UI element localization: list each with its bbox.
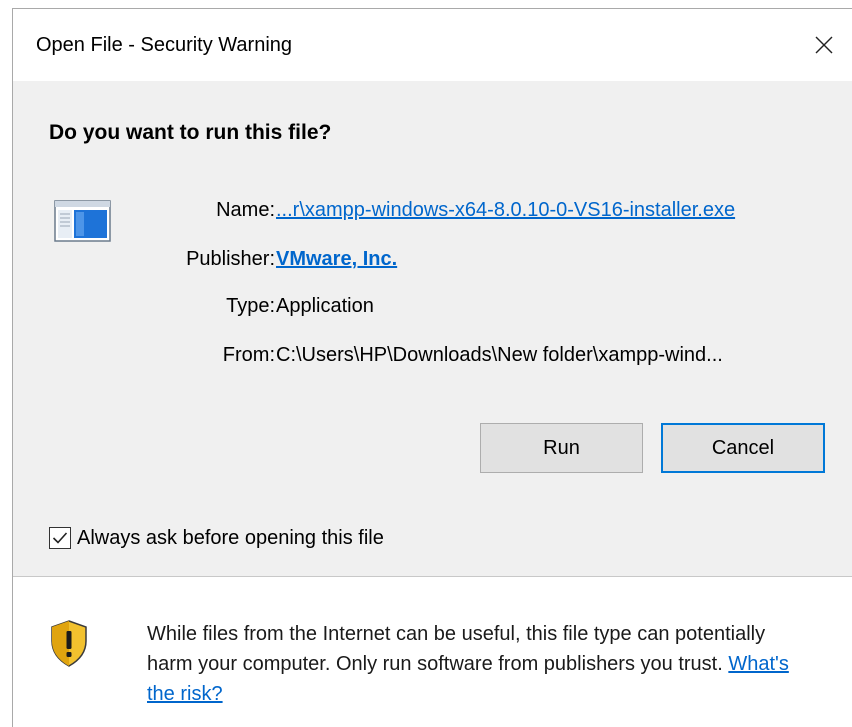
- cancel-button[interactable]: Cancel: [661, 423, 825, 473]
- type-value: Application: [276, 295, 374, 317]
- checkmark-icon: [52, 532, 68, 544]
- title-bar: Open File - Security Warning: [13, 9, 852, 81]
- warning-panel: While files from the Internet can be use…: [13, 577, 852, 727]
- run-button[interactable]: Run: [480, 423, 643, 473]
- type-label: Type:: [226, 295, 275, 317]
- publisher-label: Publisher:: [186, 248, 275, 270]
- name-label: Name:: [216, 199, 275, 221]
- application-file-icon: [54, 200, 111, 242]
- dialog-question: Do you want to run this file?: [49, 121, 332, 144]
- close-icon: [815, 36, 833, 54]
- security-warning-dialog: Open File - Security Warning Do you want…: [12, 8, 852, 727]
- publisher-link[interactable]: VMware, Inc.: [276, 248, 397, 271]
- file-name-link[interactable]: ...r\xampp-windows-x64-8.0.10-0-VS16-ins…: [276, 199, 735, 222]
- warning-text: While files from the Internet can be use…: [147, 623, 766, 675]
- always-ask-checkbox[interactable]: [49, 527, 71, 549]
- close-button[interactable]: [796, 9, 852, 81]
- always-ask-option: Always ask before opening this file: [49, 526, 384, 550]
- security-shield-icon: [51, 620, 87, 667]
- from-label: From:: [222, 344, 275, 366]
- dialog-title: Open File - Security Warning: [36, 34, 293, 56]
- warning-message: While files from the Internet can be use…: [147, 619, 807, 709]
- always-ask-label[interactable]: Always ask before opening this file: [77, 527, 384, 550]
- from-value: C:\Users\HP\Downloads\New folder\xampp-w…: [276, 344, 723, 366]
